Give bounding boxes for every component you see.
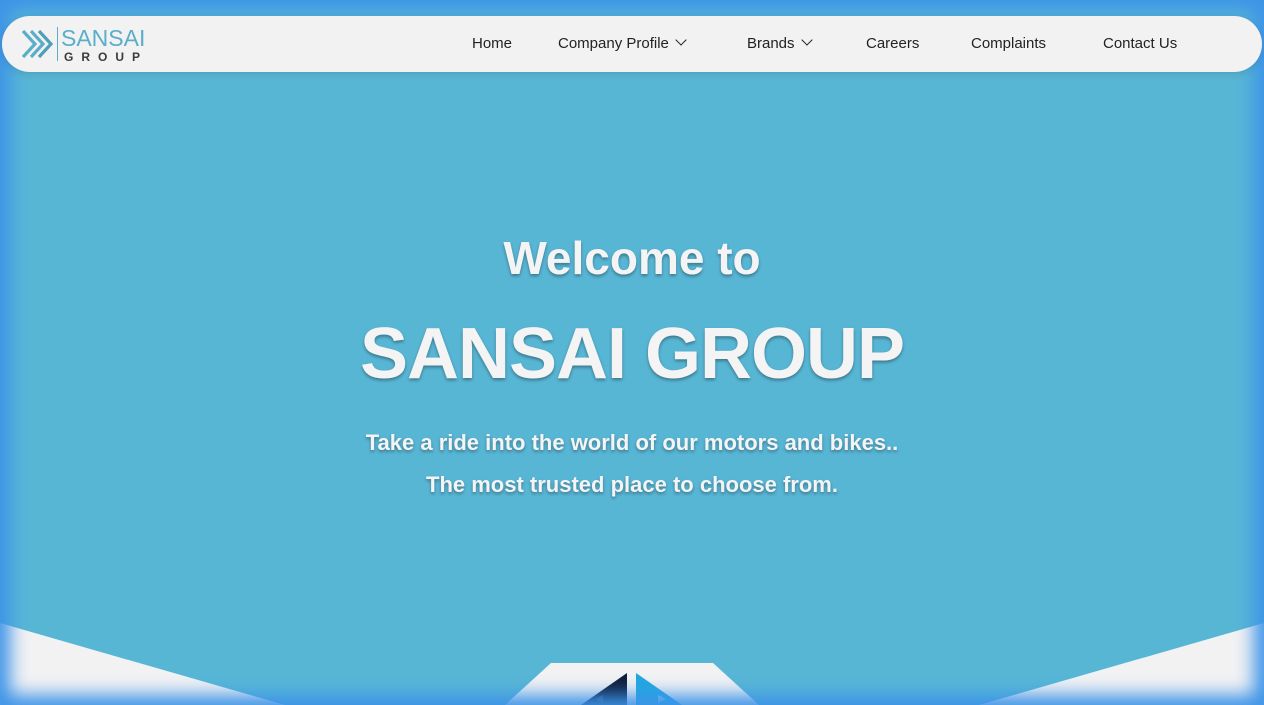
nav-home[interactable]: Home	[472, 16, 512, 72]
nav-brands[interactable]: Brands	[747, 16, 813, 72]
nav-brands-label: Brands	[747, 35, 795, 52]
nav-home-label: Home	[472, 35, 513, 52]
nav-contact-us-label: Contact Us	[1103, 35, 1178, 52]
slider-next-button[interactable]	[636, 673, 682, 705]
brand-name: SANSAI	[61, 25, 146, 51]
slider-controls-shape	[505, 663, 759, 705]
hero-tagline-2: The most trusted place to choose from.	[426, 472, 838, 497]
hero-welcome: Welcome to	[503, 232, 761, 284]
hero-tagline-1: Take a ride into the world of our motors…	[365, 430, 899, 455]
nav-company-profile[interactable]: Company Profile	[558, 16, 687, 72]
slider-prev-button[interactable]	[581, 673, 627, 705]
hero-title: SANSAI GROUP	[359, 314, 905, 394]
chevron-stack-logo-icon	[21, 29, 54, 59]
nav-careers-label: Careers	[866, 35, 920, 52]
brand-logo[interactable]: SANSAI GROUP	[19, 25, 154, 65]
nav-contact-us[interactable]: Contact Us	[1103, 16, 1177, 72]
chevron-down-icon	[800, 34, 813, 46]
slider-controls	[505, 663, 759, 705]
next-arrow-icon	[636, 673, 682, 705]
nav-complaints[interactable]: Complaints	[971, 16, 1046, 72]
brand-subtitle: GROUP	[64, 50, 149, 64]
nav-careers[interactable]: Careers	[866, 16, 919, 72]
nav-company-profile-label: Company Profile	[558, 35, 669, 52]
chevron-down-icon	[675, 34, 687, 46]
prev-arrow-icon	[581, 673, 627, 705]
nav-complaints-label: Complaints	[971, 35, 1047, 52]
logo-divider	[57, 27, 58, 61]
navbar: SANSAI GROUP Home Company Profile Brands…	[2, 16, 1262, 72]
